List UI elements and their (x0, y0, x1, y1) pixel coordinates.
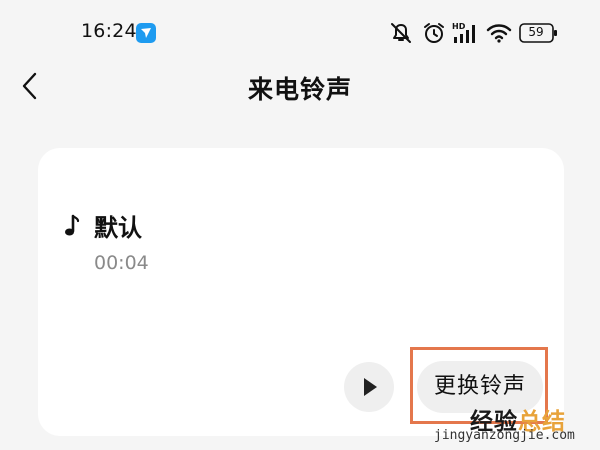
hd-signal-icon: HD (452, 21, 480, 45)
play-button[interactable] (344, 362, 394, 412)
battery-icon: 59 (519, 21, 559, 45)
watermark-url: jingyanzongjie.com (434, 428, 575, 443)
ringtone-name[interactable]: 默认 (94, 208, 142, 243)
page-title: 来电铃声 (247, 75, 352, 104)
app-notification-icon (136, 23, 156, 43)
status-bar: 16:24 HD 59 (0, 0, 600, 64)
alarm-icon (422, 21, 446, 45)
ringtone-duration: 00:04 (94, 252, 149, 274)
hd-label: HD (452, 22, 466, 31)
music-note-icon (64, 214, 80, 238)
battery-level: 59 (528, 25, 544, 39)
wifi-icon (486, 21, 512, 45)
play-icon (364, 378, 377, 396)
mute-icon (388, 21, 414, 45)
status-time: 16:24 (81, 20, 137, 42)
